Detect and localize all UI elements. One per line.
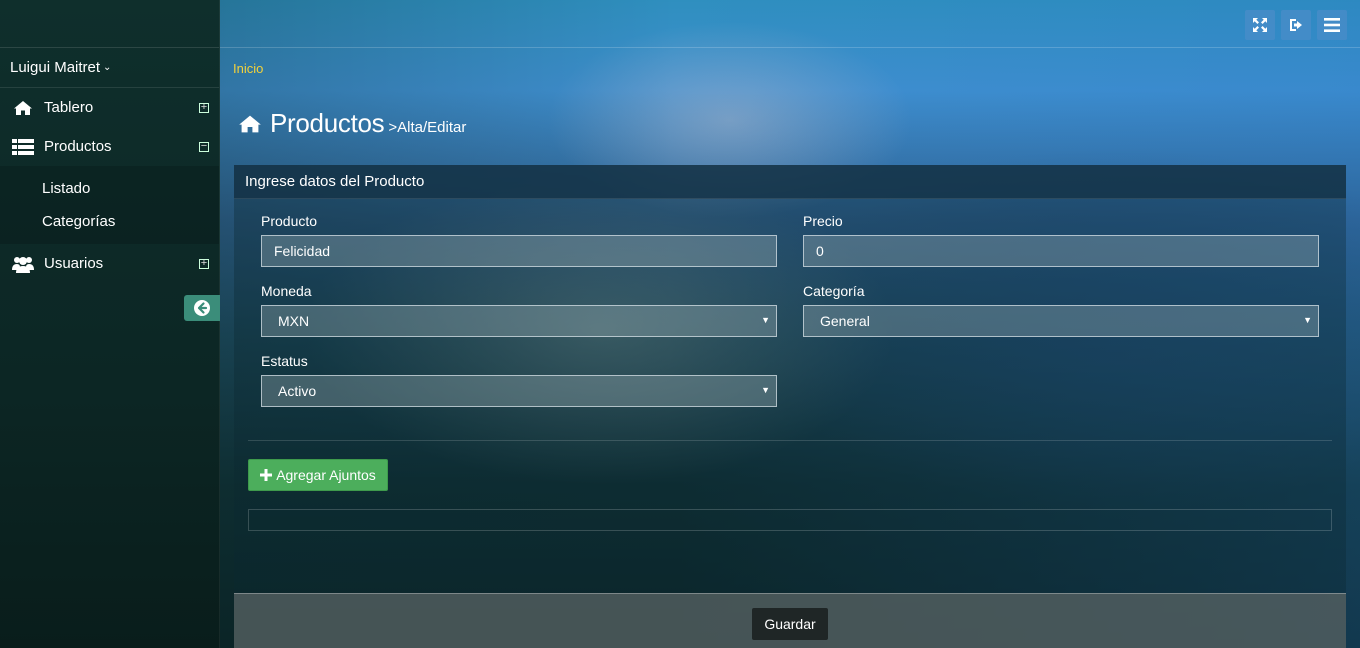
expand-icon[interactable]: + [199, 258, 209, 269]
chevron-down-icon: ⌄ [103, 62, 112, 73]
save-button[interactable]: Guardar [752, 608, 828, 640]
plus-icon [260, 469, 273, 481]
producto-label: Producto [261, 213, 318, 229]
sidebar-collapse-button[interactable] [184, 295, 220, 321]
page-title: Productos >Alta/Editar [238, 108, 466, 139]
panel-header: Ingrese datos del Producto [234, 165, 1346, 199]
logout-icon [1290, 19, 1302, 31]
users-icon [12, 255, 34, 273]
list-icon [12, 138, 34, 156]
sidebar-item-productos[interactable]: Productos − [0, 127, 219, 166]
collapse-icon[interactable]: − [199, 141, 209, 152]
topbar [220, 0, 1360, 48]
user-menu[interactable]: Luigui Maitret ⌄ [0, 48, 219, 88]
dropdown-arrow-icon: ▼ [1303, 315, 1312, 325]
breadcrumb[interactable]: Inicio [233, 61, 263, 76]
moneda-select[interactable]: MXN ▼ [261, 305, 777, 337]
home-icon [12, 99, 34, 117]
add-attachments-label: Agregar Ajuntos [276, 467, 376, 483]
sidebar-item-label: Tablero [44, 99, 94, 116]
sidebar-subitem-categorias[interactable]: Categorías [0, 205, 219, 238]
sidebar-item-label: Productos [44, 138, 112, 155]
page-title-text: Productos [270, 108, 385, 138]
moneda-value: MXN [278, 313, 310, 329]
dropdown-arrow-icon: ▼ [761, 315, 770, 325]
categoria-select[interactable]: General ▼ [803, 305, 1319, 337]
sidebar-item-tablero[interactable]: Tablero + [0, 88, 219, 127]
precio-input[interactable]: 0 [803, 235, 1319, 267]
fullscreen-icon [1253, 18, 1267, 32]
divider [248, 440, 1332, 441]
estatus-select[interactable]: Activo ▼ [261, 375, 777, 407]
precio-label: Precio [803, 213, 843, 229]
panel-footer: Guardar [234, 593, 1346, 648]
page-subtitle: >Alta/Editar [388, 119, 467, 136]
categoria-label: Categoría [803, 283, 865, 299]
categoria-value: General [820, 313, 870, 329]
sidebar-item-usuarios[interactable]: Usuarios + [0, 244, 219, 283]
logout-button[interactable] [1281, 10, 1311, 40]
menu-icon [1324, 18, 1340, 32]
home-icon [239, 115, 261, 132]
product-form-panel: Ingrese datos del Producto Producto Feli… [234, 165, 1346, 648]
estatus-value: Activo [278, 383, 317, 399]
productos-submenu: Listado Categorías [0, 166, 219, 244]
user-name: Luigui Maitret [10, 59, 101, 76]
estatus-label: Estatus [261, 353, 308, 369]
sidebar-item-label: Usuarios [44, 255, 104, 272]
sidebar-subitem-listado[interactable]: Listado [0, 172, 219, 205]
dropdown-arrow-icon: ▼ [761, 385, 770, 395]
moneda-label: Moneda [261, 283, 312, 299]
add-attachments-button[interactable]: Agregar Ajuntos [248, 459, 388, 491]
arrow-left-circle-icon [194, 300, 210, 316]
producto-input[interactable]: Felicidad [261, 235, 777, 267]
fullscreen-button[interactable] [1245, 10, 1275, 40]
attachments-area [248, 509, 1332, 531]
expand-icon[interactable]: + [199, 102, 209, 113]
sidebar-logo-area [0, 0, 219, 48]
menu-button[interactable] [1317, 10, 1347, 40]
sidebar: Luigui Maitret ⌄ Tablero + Productos − L… [0, 0, 220, 648]
